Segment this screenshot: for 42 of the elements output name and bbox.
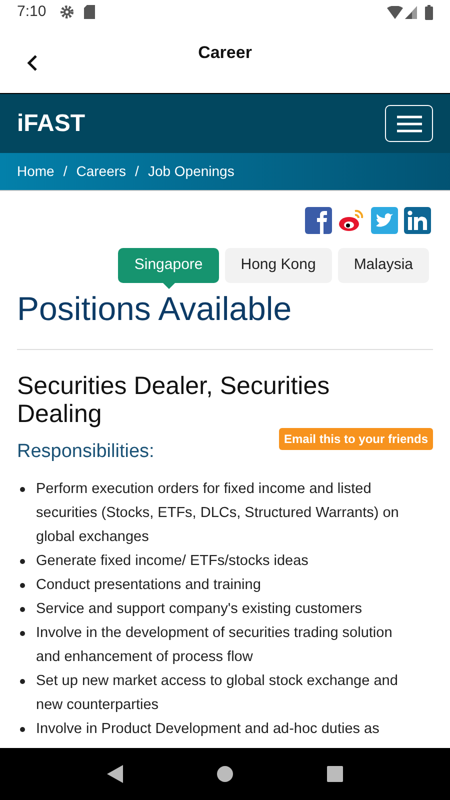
signal-icon <box>405 6 417 18</box>
location-tab[interactable]: Malaysia <box>338 248 429 283</box>
app-bar-title: Career <box>198 42 252 64</box>
back-icon[interactable] <box>107 765 123 783</box>
menu-button[interactable] <box>385 105 433 142</box>
section-heading: Responsibilities: <box>17 440 154 464</box>
list-item-text: Involve in Product Development and ad-hoc duties as <box>36 720 380 738</box>
linkedin-icon[interactable] <box>404 207 431 234</box>
wifi-icon <box>387 6 403 18</box>
location-tab[interactable]: Hong Kong <box>224 248 332 283</box>
battery-icon <box>425 4 433 20</box>
bullet-icon <box>20 606 25 612</box>
breadcrumb-link[interactable]: Job Openings <box>148 161 234 182</box>
breadcrumb-separator: / <box>63 162 68 181</box>
tab-pointer-icon <box>162 283 175 289</box>
facebook-icon[interactable] <box>305 207 332 234</box>
menu-icon <box>396 114 422 132</box>
twitter-icon[interactable] <box>371 207 398 234</box>
job-title: Securities Dealer, Securities Dealing <box>17 372 331 428</box>
logo[interactable]: iFAST <box>17 106 86 142</box>
bullet-icon <box>20 582 25 588</box>
list-item-text: Set up new market access to global stock exchange and new counterparties <box>36 672 399 714</box>
status-time: 7:10 <box>17 2 46 22</box>
list-item-text: Perform execution orders for fixed income and listed securities (Stocks, ETFs, DLCs, Structured Warrants) on global exchanges <box>36 480 400 546</box>
bullet-icon <box>20 726 25 732</box>
sd-card-icon <box>84 5 96 19</box>
list-item-text: Conduct presentations and training <box>36 576 262 594</box>
page-heading: Positions Available <box>17 289 433 350</box>
gear-icon <box>60 5 74 19</box>
list-item-text: Generate fixed income/ ETFs/stocks ideas <box>36 552 310 570</box>
list-item-text: Service and support company's existing customers <box>36 600 363 618</box>
bullet-icon <box>20 630 25 636</box>
list-item-text: Involve in the development of securities trading solution and enhancement of process flow <box>36 624 394 666</box>
back-icon[interactable] <box>26 55 38 71</box>
bullet-icon <box>20 558 25 564</box>
breadcrumb-separator: / <box>135 162 139 181</box>
breadcrumb-link[interactable]: Careers <box>76 161 126 182</box>
bullet-icon <box>20 486 25 492</box>
bullet-icon <box>20 678 25 684</box>
weibo-icon[interactable] <box>338 207 365 234</box>
home-icon[interactable] <box>217 766 233 782</box>
breadcrumb-link[interactable]: Home <box>17 161 54 182</box>
